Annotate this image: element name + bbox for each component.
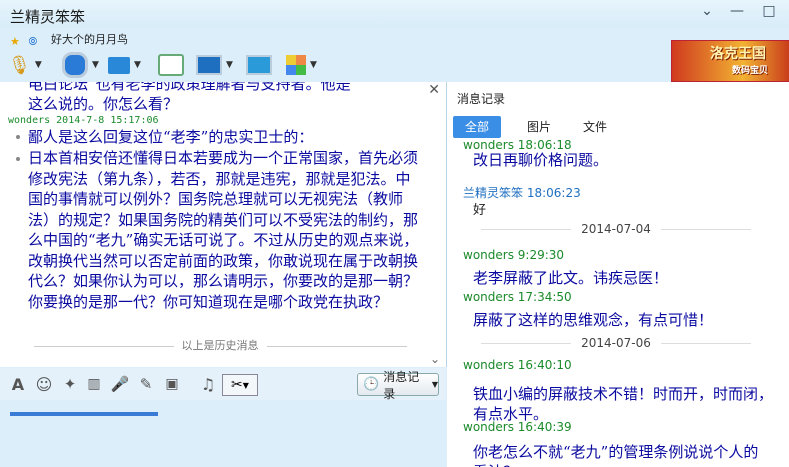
record-message: 改日再聊价格问题。 [473,151,609,169]
title-bar: 兰精灵笨笨 ⌄ — □ [0,0,789,28]
scroll-down-icon[interactable]: ⌄ [430,352,440,366]
pin-icon: ⦾ [28,35,38,48]
tab-images[interactable]: 图片 [515,116,563,138]
video-call-button[interactable]: ▼ [62,50,99,80]
record-sender: wonders 9:29:30 [463,248,565,262]
record-label: 消息记录 [383,369,420,401]
message-input[interactable] [0,400,446,467]
font-icon[interactable]: A [8,374,28,394]
create-discussion-button[interactable] [158,50,184,80]
record-message: 屏蔽了这样的思维观念，有点可惜！ [473,311,714,329]
webcam-icon [62,52,88,78]
minimize-button[interactable]: — [726,3,748,19]
record-date-divider: 2014-07-04 [447,222,785,236]
message-text: 鄙人是这么回复这位“老李”的忠实卫士的： [28,128,314,146]
message-sender: wonders 2014-7-8 15:17:06 [8,115,159,126]
music-icon[interactable]: ♫ [198,374,218,394]
history-divider: 以上是历史消息 [20,337,420,353]
clock-icon: 🕒 [363,377,380,392]
image-icon[interactable]: ▣ [162,374,182,394]
record-list[interactable]: wonders 18:06:18 改日再聊价格问题。 兰精灵笨笨 18:06:23 好… [447,140,785,467]
panel-title: 消息记录 [457,92,506,106]
message-record-button[interactable]: 🕒 消息记录 ▼ [357,370,439,401]
send-file-button[interactable]: ▼ [108,50,141,80]
edit-icon[interactable]: ✎ [136,374,156,394]
record-message: 好 [473,202,487,217]
menu-caret-icon[interactable]: ⌄ [696,3,718,19]
remote-assist-button[interactable]: ▼ [196,50,233,80]
record-message: 你老怎么不就“老九”的管理条例说说个人的看法？ [473,443,759,467]
history-message-line: 这么说的。你怎么看？ [28,95,179,113]
game-banner[interactable]: 洛克王国 数码宝贝 [671,40,789,82]
nudge-icon[interactable]: ✦ [60,374,80,394]
voice-call-button[interactable]: 🎙 ▼ [8,50,42,80]
record-date-divider: 2014-07-06 [447,336,785,350]
screenshot-button[interactable]: ✂ ▼ [222,374,258,396]
message-record-panel: 消息记录 全部 图片 文件 wonders 18:06:18 改日再聊价格问题。兰… [447,82,789,467]
monitor-icon [196,55,222,75]
toolbar: 🎙 ▼ ▼ ▼ ▼ ▼ [0,48,660,82]
banner-subtext: 数码宝贝 [732,66,769,76]
status-row: ★ ⦾ 好大个的月月鸟 [10,31,128,48]
chat-add-icon [158,54,184,76]
emoji-icon[interactable]: ☺ [34,374,54,394]
star-icon: ★ [10,35,20,48]
microphone-icon: 🎙 [8,54,31,76]
record-sender: wonders 16:40:39 [463,420,572,434]
record-message: 老李屏蔽了此文。讳疾忌医！ [473,269,669,287]
folder-icon [108,56,130,74]
apps-grid-icon [286,55,306,75]
message-text: 日本首相安倍还懂得日本若要成为一个正常国家，首先必须修改宪法（第九条），若否，那… [28,149,419,311]
window-title: 兰精灵笨笨 [10,8,86,26]
gif-icon[interactable]: ▥ [84,374,104,394]
tab-files[interactable]: 文件 [571,116,619,138]
tab-all[interactable]: 全部 [453,116,502,138]
history-message-line: 电白论坛“也有老李的政策理解者与支持者。他是 [28,82,351,93]
record-message: 铁血小编的屏蔽技术不错！时而开，时而闭，有点水平。 [473,385,774,423]
record-tabs: 全部 图片 文件 [453,116,783,138]
scissors-icon: ✂ [231,377,243,393]
screen-share-icon [246,55,272,75]
record-sender: wonders 17:34:50 [463,290,572,304]
apps-button[interactable]: ▼ [286,50,317,80]
maximize-button[interactable]: □ [758,3,780,19]
banner-text: 洛克王国 [710,46,766,62]
input-scrollbar[interactable] [10,412,158,416]
collapse-icon[interactable]: ✕ [428,82,440,98]
record-sender: 兰精灵笨笨 18:06:23 [463,186,581,200]
record-sender: wonders 16:40:10 [463,358,572,372]
share-screen-button[interactable] [246,50,272,80]
voice-message-icon[interactable]: 🎤 [110,374,130,394]
chat-history-pane[interactable]: 电白论坛“也有老李的政策理解者与支持者。他是 这么说的。你怎么看？ ✕ wond… [0,82,447,367]
signature-text: 好大个的月月鸟 [51,33,128,46]
